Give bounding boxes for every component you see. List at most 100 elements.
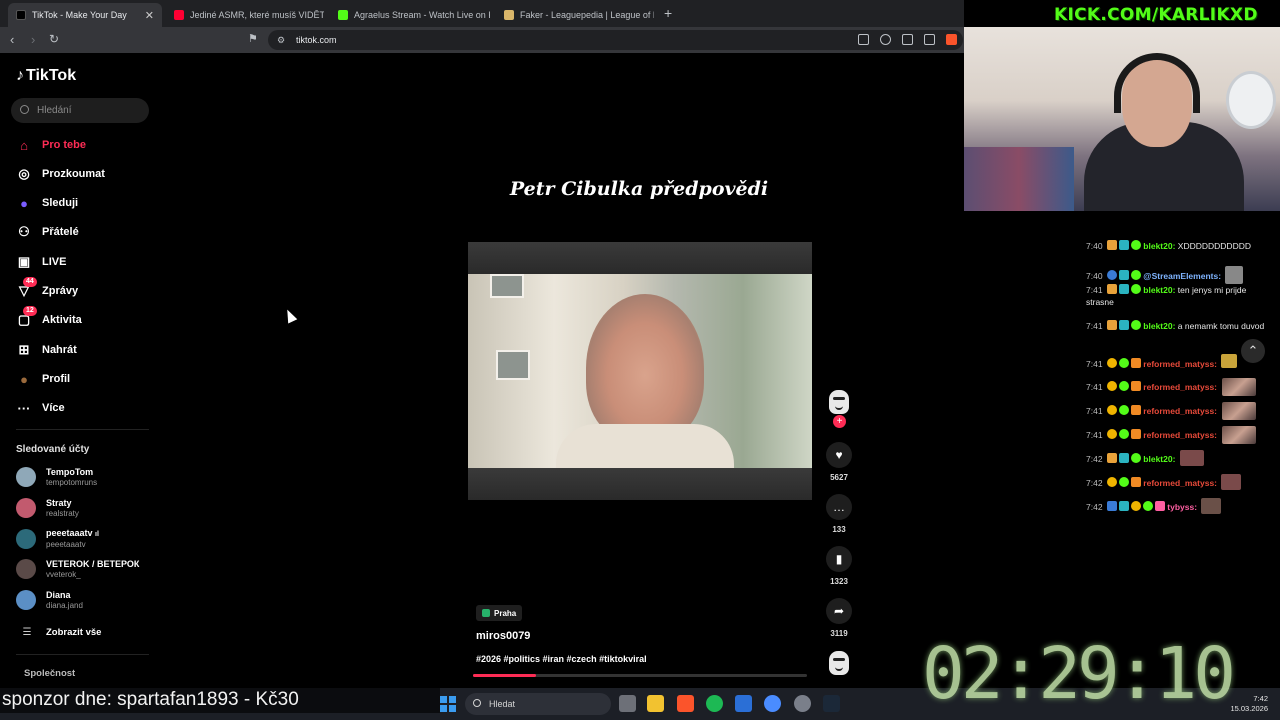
webcam-bed <box>964 147 1074 211</box>
bot-badge-icon <box>1106 270 1117 280</box>
star-badge-icon <box>1130 284 1141 294</box>
chat-user[interactable]: reformed_matyss: <box>1143 359 1217 369</box>
settings-icon[interactable] <box>794 695 811 712</box>
sidebar-item-label: LIVE <box>42 256 67 268</box>
new-tab-button[interactable]: + <box>664 5 672 21</box>
live-badge-icon: ıl <box>95 531 99 538</box>
star-badge-icon <box>1118 477 1129 487</box>
show-all-label: Zobrazit vše <box>46 626 102 638</box>
chat-user[interactable]: reformed_matyss: <box>1143 478 1217 488</box>
steam-icon[interactable] <box>823 695 840 712</box>
chat-time: 7:41 <box>1086 406 1103 416</box>
back-icon[interactable]: ‹ <box>10 32 14 47</box>
reader-icon[interactable] <box>858 34 869 45</box>
chat-user[interactable]: blekt20: <box>1143 285 1175 295</box>
chat-message: 7:41 reformed_matyss: <box>1086 402 1276 420</box>
chat-user[interactable]: reformed_matyss: <box>1143 430 1217 440</box>
followed-account[interactable]: peeetaaatv ıl peeetaaatv <box>16 526 99 552</box>
search-input[interactable]: Hledání <box>11 98 149 123</box>
emote-icon <box>1225 266 1244 284</box>
follow-plus-button[interactable]: + <box>833 415 846 428</box>
sidebar-item-sleduji[interactable]: ● Sleduji <box>16 192 78 214</box>
sub-badge-icon <box>1118 284 1129 294</box>
file-explorer-icon[interactable] <box>647 695 664 712</box>
brave-shield-icon[interactable] <box>946 34 957 45</box>
spotify-icon[interactable] <box>706 695 723 712</box>
sidebar-item-pratele[interactable]: ⚇ Přátelé <box>16 221 79 243</box>
browser-toolbar: ‹ › ↻ ⚑ ⚙ tiktok.com <box>0 27 964 53</box>
video-author[interactable]: miros0079 <box>476 630 530 642</box>
chat-time: 7:41 <box>1086 321 1103 331</box>
location-tag[interactable]: Praha <box>476 605 523 621</box>
chat-user[interactable]: tybyss: <box>1167 502 1197 512</box>
sidebar-item-label: Sleduji <box>42 197 79 209</box>
tab-youtube[interactable]: Jediné ASMR, které musíš VIDĚT! - Yo <box>166 3 324 27</box>
save-action[interactable]: ▮ 1323 <box>826 546 852 586</box>
sidebar-item-zpravy[interactable]: ▽ 44 Zprávy <box>16 277 78 302</box>
screenshot-icon[interactable] <box>902 34 913 45</box>
taskbar-search[interactable]: Hledat <box>465 693 611 715</box>
followed-account[interactable]: Straty realstraty <box>16 495 79 521</box>
sidebar-item-pro-tebe[interactable]: ⌂ Pro tebe <box>16 134 86 156</box>
video-progress-bar[interactable] <box>473 674 807 677</box>
chat-user[interactable]: reformed_matyss: <box>1143 406 1217 416</box>
comment-action[interactable]: … 133 <box>826 494 852 534</box>
followed-account[interactable]: VETEROK / ВЕТЕРОК vveterok_ <box>16 556 139 582</box>
sidebar-item-live[interactable]: ▣ LIVE <box>16 251 67 273</box>
followed-account[interactable]: Diana diana.jand <box>16 587 83 613</box>
windows-start-icon[interactable] <box>440 696 456 712</box>
taskbar-clock[interactable]: 7:42 15.03.2026 <box>1226 694 1268 714</box>
sidebar-item-prozkoumat[interactable]: ◎ Prozkoumat <box>16 163 105 185</box>
chat-user[interactable]: blekt20: <box>1143 241 1175 251</box>
chat-user[interactable]: @StreamElements: <box>1143 271 1221 281</box>
close-tab-icon[interactable]: ✕ <box>145 9 154 22</box>
share-icon[interactable]: ➦ <box>826 598 852 624</box>
video-headline: Petr Cibulka předpovědi <box>509 178 769 200</box>
home-icon: ⌂ <box>20 137 28 153</box>
share-action[interactable]: ➦ 3119 <box>826 598 852 638</box>
friends-icon: ⚇ <box>18 224 30 239</box>
bookmark-icon[interactable]: ▮ <box>826 546 852 572</box>
messages-icon: ▽ 44 <box>16 277 37 299</box>
music-disc-avatar[interactable] <box>829 651 849 675</box>
blue-badge-icon <box>1106 501 1117 511</box>
sidebar-item-aktivita[interactable]: ▢ 12 Aktivita <box>16 306 82 331</box>
tiktok-logo[interactable]: ♪ TikTok <box>16 67 76 85</box>
chat-message: 7:42 reformed_matyss: <box>1086 474 1276 490</box>
sidebar-item-nahrat[interactable]: ⊞ Nahrát <box>16 339 77 361</box>
site-settings-icon[interactable]: ⚙ <box>277 35 285 46</box>
video-hashtags[interactable]: #2026 #politics #iran #czech #tiktokvira… <box>476 654 647 664</box>
show-all-button[interactable]: ☰ Zobrazit vše <box>18 619 102 645</box>
sidebar-item-profil[interactable]: ● Profil <box>16 368 70 390</box>
chat-user[interactable]: reformed_matyss: <box>1143 382 1217 392</box>
comment-icon[interactable]: … <box>826 494 852 520</box>
chat-user[interactable]: blekt20: <box>1143 454 1175 464</box>
footer-company-link[interactable]: Společnost <box>24 668 75 679</box>
forward-icon[interactable]: › <box>31 32 35 47</box>
live-icon: ▣ <box>17 254 31 269</box>
chat-user[interactable]: blekt20: <box>1143 321 1175 331</box>
followed-account[interactable]: TempoTom tempotomruns <box>16 464 97 490</box>
location-label: Praha <box>494 608 517 618</box>
tab-kick[interactable]: Agraelus Stream - Watch Live on Kick <box>330 3 490 27</box>
tab-leaguepedia[interactable]: Faker - Leaguepedia | League of Lege <box>496 3 654 27</box>
share-page-icon[interactable] <box>924 34 935 45</box>
sidebar-item-label: Profil <box>42 373 71 385</box>
sidebar-item-vice[interactable]: ··· Více <box>16 397 65 419</box>
task-view-icon[interactable] <box>619 695 636 712</box>
translate-icon[interactable] <box>880 34 891 45</box>
bookmark-icon[interactable]: ⚑ <box>248 32 258 45</box>
reload-icon[interactable]: ↻ <box>49 32 59 46</box>
like-action[interactable]: ♥ 5627 <box>826 442 852 482</box>
chat-text: a nemamk tomu duvod <box>1177 321 1265 331</box>
heart-icon[interactable]: ♥ <box>826 442 852 468</box>
video-player[interactable] <box>468 242 812 500</box>
brave-browser-icon[interactable] <box>677 695 694 712</box>
tab-tiktok[interactable]: TikTok - Make Your Day ✕ <box>8 3 162 27</box>
app-icon[interactable] <box>764 695 781 712</box>
coin-badge-icon <box>1106 429 1117 439</box>
sticker-emote-icon <box>1222 378 1257 396</box>
app-icon[interactable] <box>735 695 752 712</box>
creator-avatar[interactable] <box>829 390 849 414</box>
scroll-up-button[interactable]: ⌃ <box>1241 339 1265 363</box>
